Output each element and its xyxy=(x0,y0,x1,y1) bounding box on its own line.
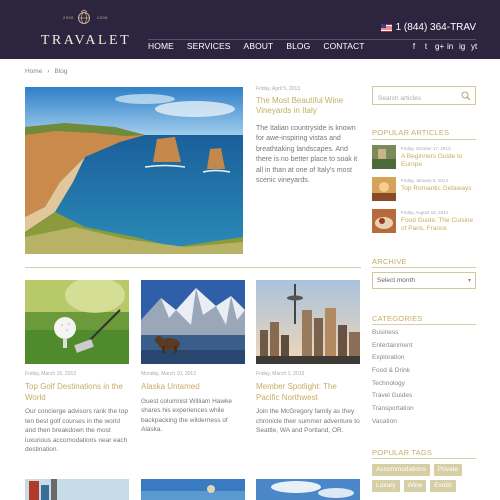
post-card-golf: Friday, March 15, 2013 Top Golf Destinat… xyxy=(25,280,129,455)
popular-article-date: Friday, August 16, 2012 xyxy=(401,210,449,215)
popular-article-title[interactable]: Food Guide: The Cuisine of Paris, France xyxy=(401,217,477,233)
sidebar-rule xyxy=(372,139,476,140)
post-date: Monday, March 10, 2013 xyxy=(141,371,196,377)
logo-year-left: 2000 xyxy=(63,15,74,20)
phone-number: 1 (844) 364-TRAV xyxy=(395,22,476,33)
sidebar-rule xyxy=(372,267,476,268)
category-link[interactable]: Transportation xyxy=(372,405,414,418)
search-icon[interactable] xyxy=(461,91,471,101)
paris-food-thumb xyxy=(372,209,396,233)
category-link[interactable]: Entertainment xyxy=(372,342,414,355)
popular-article-date: Friday, October 17, 2013 xyxy=(401,146,451,151)
tag-link[interactable]: Wine xyxy=(403,480,427,492)
post-card-northwest: Friday, March 1, 2013 Member Spotlight: … xyxy=(256,280,360,436)
sidebar-rule xyxy=(372,324,476,325)
popular-articles-heading: POPULAR ARTICLES xyxy=(372,128,450,137)
phone-contact[interactable]: 1 (844) 364-TRAV xyxy=(380,22,476,33)
globe-emblem-icon xyxy=(78,9,90,24)
featured-post-excerpt: The Italian countryside is known for awe… xyxy=(256,125,358,185)
post-excerpt: Our concierge advisors rank the top ten … xyxy=(25,408,128,454)
category-link[interactable]: Food & Drink xyxy=(372,367,414,380)
popular-article-item[interactable]: Friday, August 16, 2012 Food Guide: The … xyxy=(372,209,476,235)
nav-home[interactable]: HOME xyxy=(148,41,174,51)
post-title[interactable]: Member Spotlight: The Pacific Northwest xyxy=(256,382,360,403)
logo-year-right: 2005 xyxy=(97,15,108,20)
nav-services[interactable]: SERVICES xyxy=(187,41,231,51)
popular-article-title[interactable]: Top Romantic Getaways xyxy=(401,185,477,193)
instagram-icon[interactable]: ig xyxy=(459,42,465,51)
categories-heading: CATEGORIES xyxy=(372,314,423,323)
nav-about[interactable]: ABOUT xyxy=(244,41,274,51)
site-header: 2000 2005 TRAVALET 1 (844) 364-TRAV HOME… xyxy=(0,0,500,59)
tag-link[interactable]: Private xyxy=(433,464,463,476)
post-excerpt: Join the McGregory family as they chroni… xyxy=(256,408,360,435)
alaska-bear-photo[interactable] xyxy=(141,280,245,364)
archive-select-value: Select month xyxy=(377,277,415,284)
sidebar-rule xyxy=(372,458,476,459)
tag-cloud: Accommodations Private Luxury Wine Exoti… xyxy=(372,464,478,492)
popular-article-item[interactable]: Friday, October 17, 2013 A Beginners Gui… xyxy=(372,145,476,171)
featured-post-title[interactable]: The Most Beautiful Wine Vineyards in Ita… xyxy=(256,96,361,116)
featured-post-date: Friday, April 5, 2013 xyxy=(256,86,301,92)
tag-link[interactable]: Exotic xyxy=(430,480,457,492)
category-link[interactable]: Business xyxy=(372,329,414,342)
twitter-icon[interactable]: t xyxy=(423,42,429,51)
main-nav: HOME SERVICES ABOUT BLOG CONTACT xyxy=(148,41,378,51)
popular-article-item[interactable]: Friday, January 6, 2014 Top Romantic Get… xyxy=(372,177,476,203)
post-image-partial[interactable] xyxy=(25,479,129,500)
logo-wordmark: TRAVALET xyxy=(40,33,132,48)
golf-ball-photo[interactable] xyxy=(25,280,129,364)
post-title[interactable]: Top Golf Destinations in the World xyxy=(25,382,129,403)
linkedin-icon[interactable]: in xyxy=(447,42,453,51)
popular-article-title[interactable]: A Beginners Guide to Europe xyxy=(401,153,477,169)
category-link[interactable]: Vacation xyxy=(372,418,414,431)
breadcrumb: Home › Blog xyxy=(25,68,68,75)
post-image-partial[interactable] xyxy=(141,479,245,500)
google-plus-icon[interactable]: g+ xyxy=(435,42,444,51)
post-date: Friday, March 15, 2013 xyxy=(25,371,77,377)
section-divider xyxy=(25,267,361,268)
tag-link[interactable]: Luxury xyxy=(372,480,400,492)
youtube-icon[interactable]: yt xyxy=(471,42,477,51)
category-link[interactable]: Technology xyxy=(372,380,414,393)
chevron-down-icon: ▾ xyxy=(467,278,471,284)
post-date: Friday, March 1, 2013 xyxy=(256,371,305,377)
nav-divider xyxy=(148,39,476,40)
archive-select[interactable]: Select month ▾ xyxy=(372,272,476,289)
popular-tags-heading: POPULAR TAGS xyxy=(372,448,433,457)
social-links: f t g+ in ig yt xyxy=(411,42,477,51)
post-excerpt: Guest columnist William Hawke shares his… xyxy=(141,397,233,434)
facebook-icon[interactable]: f xyxy=(411,42,417,51)
search-input[interactable] xyxy=(373,90,458,107)
category-list: Business Entertainment Exploration Food … xyxy=(372,329,414,431)
post-title[interactable]: Alaska Untamed xyxy=(141,382,245,393)
popular-article-date: Friday, January 6, 2014 xyxy=(401,178,448,183)
post-image-partial[interactable] xyxy=(256,479,360,500)
search-box xyxy=(372,86,476,107)
featured-post-image[interactable] xyxy=(25,87,243,254)
nav-blog[interactable]: BLOG xyxy=(286,41,310,51)
breadcrumb-home[interactable]: Home xyxy=(25,68,42,75)
category-link[interactable]: Travel Guides xyxy=(372,392,414,405)
breadcrumb-separator: › xyxy=(47,68,50,75)
breadcrumb-current: Blog xyxy=(54,68,68,75)
seattle-skyline-photo[interactable] xyxy=(256,280,360,364)
post-card-alaska: Monday, March 10, 2013 Alaska Untamed Gu… xyxy=(141,280,245,435)
us-flag-icon xyxy=(380,23,392,32)
coastline-photo xyxy=(25,87,243,254)
getaway-thumb xyxy=(372,177,396,201)
category-link[interactable]: Exploration xyxy=(372,354,414,367)
archive-heading: ARCHIVE xyxy=(372,257,407,266)
europe-thumb xyxy=(372,145,396,169)
tag-link[interactable]: Accommodations xyxy=(372,464,430,476)
nav-contact[interactable]: CONTACT xyxy=(323,41,364,51)
site-logo[interactable]: 2000 2005 TRAVALET xyxy=(36,8,136,50)
